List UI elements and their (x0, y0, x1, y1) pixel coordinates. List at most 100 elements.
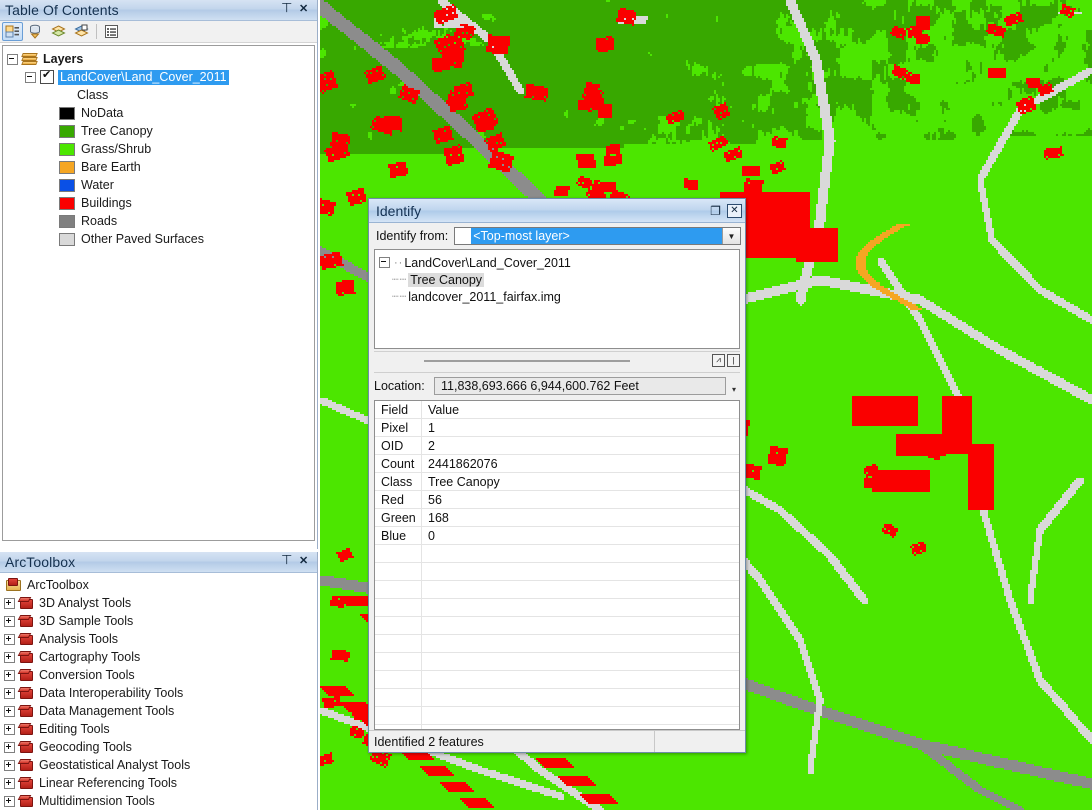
arctoolbox-root[interactable]: ArcToolbox (0, 576, 317, 594)
field-name-cell: OID (375, 436, 422, 455)
legend-item[interactable]: Grass/Shrub (3, 140, 314, 158)
legend-swatch[interactable] (59, 106, 75, 120)
table-row[interactable]: Red 56 (375, 490, 739, 509)
identify-title: Identify (376, 202, 422, 219)
legend-label: Buildings (81, 196, 132, 210)
identify-from-combo[interactable]: <Top-most layer> ▼ (454, 227, 741, 245)
arctoolbox-item[interactable]: Editing Tools (0, 720, 317, 738)
empty-cell (421, 616, 739, 635)
legend-item[interactable]: Tree Canopy (3, 122, 314, 140)
location-value[interactable]: 11,838,693.666 6,944,600.762 Feet (434, 377, 726, 395)
options-list-icon (105, 25, 118, 38)
expand-icon[interactable] (4, 615, 15, 627)
legend-swatch[interactable] (59, 160, 75, 174)
arctoolbox-item[interactable]: Cartography Tools (0, 648, 317, 666)
identify-dialog[interactable]: Identify ❐ ✕ Identify from: <Top-most la… (368, 198, 746, 753)
expand-icon[interactable] (4, 669, 15, 681)
toc-layer-landcover[interactable]: LandCover\Land_Cover_2011 (3, 68, 314, 86)
expand-icon[interactable] (4, 741, 15, 753)
expand-icon[interactable] (4, 723, 15, 735)
table-row[interactable]: Class Tree Canopy (375, 472, 739, 491)
legend-item[interactable]: NoData (3, 104, 314, 122)
empty-cell (421, 652, 739, 671)
pin-icon[interactable] (281, 556, 292, 568)
arctoolbox-item[interactable]: Geocoding Tools (0, 738, 317, 756)
toc-tree[interactable]: Layers LandCover\Land_Cover_2011 Class N… (2, 45, 315, 541)
table-row-empty (375, 616, 739, 635)
results-child-row[interactable]: ┈┈ landcover_2011_fairfax.img (379, 288, 737, 305)
expand-icon[interactable] (4, 777, 15, 789)
legend-swatch[interactable] (59, 196, 75, 210)
empty-cell (375, 598, 422, 617)
arctoolbox-item[interactable]: Analysis Tools (0, 630, 317, 648)
expand-icon[interactable] (4, 687, 15, 699)
column-header[interactable]: Value (421, 401, 739, 419)
arctoolbox-item[interactable]: Conversion Tools (0, 666, 317, 684)
arctoolbox-item[interactable]: Linear Referencing Tools (0, 774, 317, 792)
table-row[interactable]: Green 168 (375, 508, 739, 527)
list-by-visibility-button[interactable] (48, 22, 69, 41)
arctoolbox-tree[interactable]: ArcToolbox 3D Analyst Tools 3D Sample Too… (0, 573, 317, 810)
expand-icon[interactable] (4, 759, 15, 771)
legend-item[interactable]: Water (3, 176, 314, 194)
legend-swatch[interactable] (59, 214, 75, 228)
empty-cell (375, 670, 422, 689)
horizontal-scrollbar[interactable] (374, 356, 710, 365)
list-by-source-button[interactable] (25, 22, 46, 41)
collapse-icon-layers[interactable] (7, 53, 18, 65)
expand-icon[interactable] (4, 705, 15, 717)
table-row[interactable]: Pixel 1 (375, 418, 739, 437)
results-child-row[interactable]: ┈┈ Tree Canopy (379, 271, 737, 288)
column-header[interactable]: Field (375, 401, 422, 419)
identify-fields-grid[interactable]: Field Value Pixel 1 OID 2 Count 2441862076 Class… (374, 400, 740, 730)
arctoolbox-item[interactable]: 3D Sample Tools (0, 612, 317, 630)
table-row[interactable]: Count 2441862076 (375, 454, 739, 473)
collapse-icon-results[interactable] (379, 257, 390, 268)
legend-swatch[interactable] (59, 232, 75, 246)
expand-icon[interactable] (4, 795, 15, 807)
legend-label: Grass/Shrub (81, 142, 152, 156)
toolbox-icon (17, 758, 34, 772)
close-icon[interactable] (299, 2, 310, 16)
expand-icon[interactable] (4, 651, 15, 663)
toolbox-icon (17, 776, 34, 790)
list-by-selection-button[interactable] (71, 22, 92, 41)
table-row[interactable]: OID 2 (375, 436, 739, 455)
expand-icon[interactable] (4, 633, 15, 645)
identify-title-bar[interactable]: Identify ❐ ✕ (369, 199, 745, 223)
toc-options-button[interactable] (101, 22, 122, 41)
empty-cell (421, 670, 739, 689)
legend-swatch[interactable] (59, 178, 75, 192)
status-spacer (654, 731, 745, 752)
results-root-row[interactable]: ·· LandCover\Land_Cover_2011 (379, 254, 737, 271)
location-options-icon[interactable]: ▾ (728, 378, 740, 394)
arctoolbox-item[interactable]: Data Interoperability Tools (0, 684, 317, 702)
arctoolbox-item[interactable]: Geostatistical Analyst Tools (0, 756, 317, 774)
table-row-empty (375, 580, 739, 599)
arctoolbox-item[interactable]: Data Management Tools (0, 702, 317, 720)
expand-all-icon[interactable]: ⩘ (712, 353, 725, 367)
arctoolbox-item[interactable]: Multidimension Tools (0, 792, 317, 810)
pin-icon[interactable] (281, 4, 292, 16)
legend-swatch[interactable] (59, 142, 75, 156)
list-by-drawing-order-button[interactable] (2, 22, 23, 41)
field-value-cell: 0 (421, 526, 739, 545)
table-row[interactable]: Blue 0 (375, 526, 739, 545)
legend-item[interactable]: Other Paved Surfaces (3, 230, 314, 248)
identify-results-tree[interactable]: ·· LandCover\Land_Cover_2011 ┈┈ Tree Can… (374, 249, 740, 349)
layer-visibility-checkbox[interactable] (40, 68, 54, 84)
arctoolbox-item[interactable]: 3D Analyst Tools (0, 594, 317, 612)
table-row-empty (375, 544, 739, 563)
close-button[interactable]: ✕ (727, 203, 742, 218)
chevron-down-icon[interactable]: ▼ (722, 228, 740, 244)
collapse-all-icon[interactable]: | (727, 353, 740, 367)
toc-root-layers[interactable]: Layers (3, 50, 314, 68)
expand-icon[interactable] (4, 597, 15, 609)
restore-button[interactable]: ❐ (708, 204, 723, 218)
collapse-icon-landcover[interactable] (25, 71, 36, 83)
legend-swatch[interactable] (59, 124, 75, 138)
legend-item[interactable]: Roads (3, 212, 314, 230)
legend-item[interactable]: Buildings (3, 194, 314, 212)
legend-item[interactable]: Bare Earth (3, 158, 314, 176)
close-icon[interactable] (299, 554, 310, 568)
